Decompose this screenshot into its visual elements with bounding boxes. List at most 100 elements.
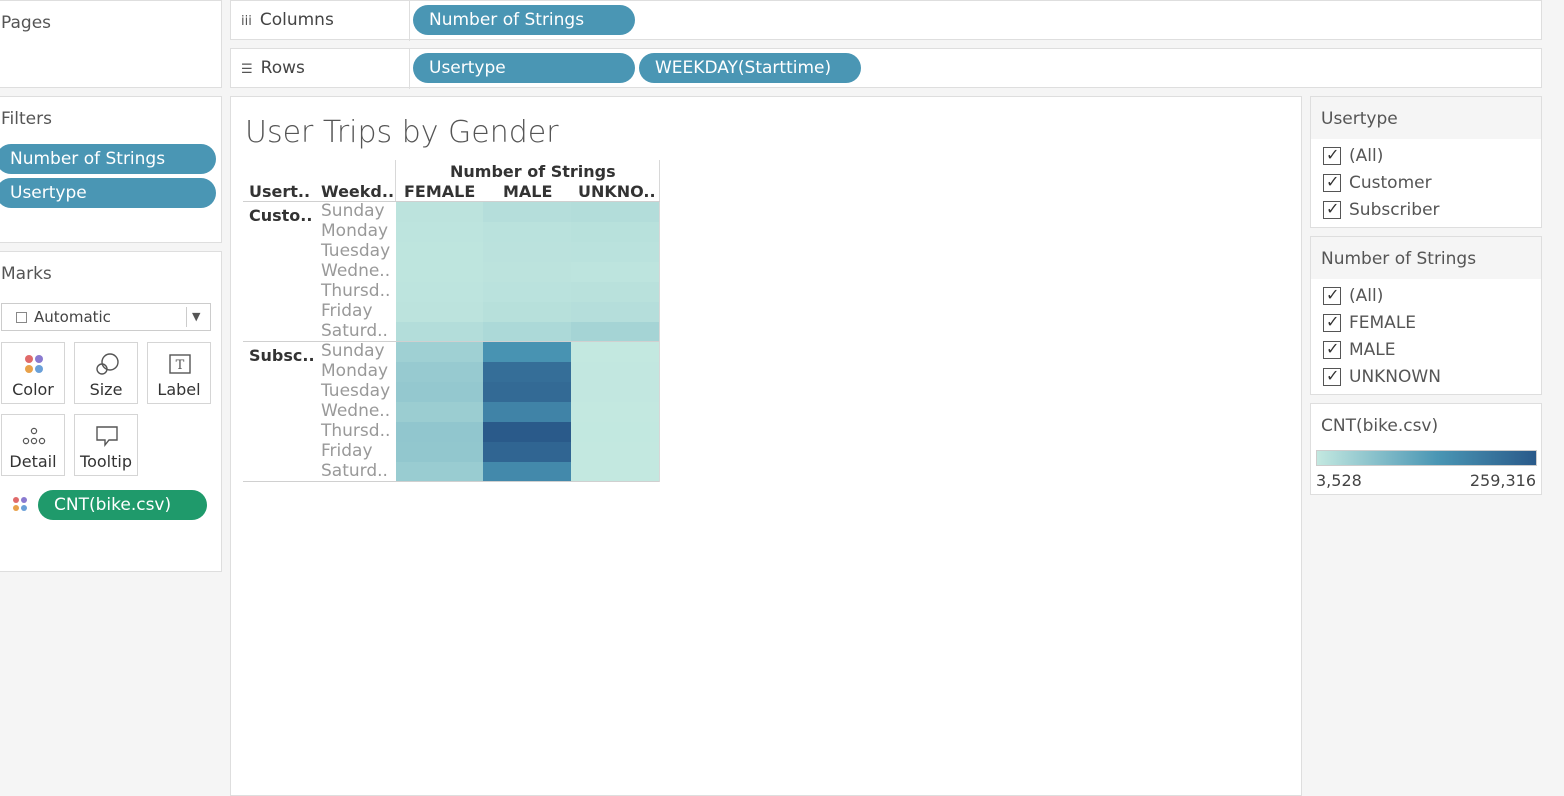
strings-all-checkbox[interactable] bbox=[1323, 285, 1341, 305]
strings-female-checkbox[interactable] bbox=[1323, 312, 1341, 332]
text-label-icon: T bbox=[169, 354, 191, 374]
rows-shelf: ☰ Rows Usertype WEEKDAY(Starttime) bbox=[230, 48, 1542, 89]
filters-title: Filters bbox=[1, 109, 52, 129]
marks-title: Marks bbox=[1, 264, 52, 284]
rows-pill-usertype[interactable]: Usertype bbox=[413, 53, 635, 83]
heatmap-cell[interactable] bbox=[396, 442, 483, 462]
heatmap-cell[interactable] bbox=[571, 262, 659, 282]
label-button-label: Label bbox=[157, 380, 201, 399]
heatmap-cell[interactable] bbox=[396, 262, 483, 282]
heatmap-cell[interactable] bbox=[571, 462, 659, 482]
heatmap-cell[interactable] bbox=[483, 302, 571, 322]
filters-panel: Filters Number of Strings Usertype bbox=[0, 96, 222, 243]
rows-label: ☰ Rows bbox=[241, 58, 305, 78]
row-header-usertype: Usert.. bbox=[249, 182, 311, 201]
heatmap-cell[interactable] bbox=[483, 242, 571, 262]
label-button[interactable]: T Label bbox=[147, 342, 211, 404]
row-label-0-0: Sunday bbox=[321, 201, 385, 221]
heatmap-cell[interactable] bbox=[396, 222, 483, 242]
tooltip-button[interactable]: Tooltip bbox=[74, 414, 138, 476]
columns-label: iii Columns bbox=[241, 10, 334, 30]
heatmap-cell[interactable] bbox=[571, 202, 659, 222]
heatmap-cell[interactable] bbox=[483, 342, 571, 362]
mark-type-dropdown[interactable]: Automatic ▼ bbox=[1, 303, 211, 331]
heatmap-cell[interactable] bbox=[483, 222, 571, 242]
usertype-customer-checkbox[interactable] bbox=[1323, 172, 1341, 192]
heatmap-cell[interactable] bbox=[571, 382, 659, 402]
heatmap-cell[interactable] bbox=[396, 402, 483, 422]
heatmap-cell[interactable] bbox=[483, 262, 571, 282]
heatmap-cell[interactable] bbox=[571, 422, 659, 442]
heatmap-cell[interactable] bbox=[396, 242, 483, 262]
heatmap-cell[interactable] bbox=[483, 362, 571, 382]
heatmap-cell[interactable] bbox=[571, 222, 659, 242]
strings-filter-card: Number of Strings (All) FEMALE MALE UNKN… bbox=[1310, 236, 1542, 395]
row-label-0-2: Tuesday bbox=[321, 241, 391, 261]
group-divider bbox=[243, 481, 660, 482]
color-ramp-bar bbox=[1316, 450, 1537, 466]
group-divider bbox=[243, 201, 660, 202]
filter-pill-number-of-strings[interactable]: Number of Strings bbox=[0, 144, 216, 174]
heatmap-cell[interactable] bbox=[483, 382, 571, 402]
heatmap-cell[interactable] bbox=[571, 342, 659, 362]
usertype-all-checkbox[interactable] bbox=[1323, 145, 1341, 165]
heatmap-cell[interactable] bbox=[483, 462, 571, 482]
column-header-title: Number of Strings bbox=[450, 162, 616, 181]
heatmap-cell[interactable] bbox=[396, 382, 483, 402]
strings-unknown-checkbox[interactable] bbox=[1323, 366, 1341, 386]
size-button[interactable]: Size bbox=[74, 342, 138, 404]
heatmap-cell[interactable] bbox=[571, 442, 659, 462]
columns-label-text: Columns bbox=[259, 10, 334, 30]
usertype-all-label: (All) bbox=[1349, 146, 1384, 166]
heatmap-cell[interactable] bbox=[396, 322, 483, 342]
row-label-1-3: Wedne.. bbox=[321, 401, 391, 421]
group-label-subscriber: Subsc.. bbox=[249, 346, 315, 365]
heatmap-cell[interactable] bbox=[483, 322, 571, 342]
heatmap-cell[interactable] bbox=[396, 462, 483, 482]
heatmap-cell[interactable] bbox=[396, 282, 483, 302]
heatmap-cell[interactable] bbox=[571, 322, 659, 342]
color-button[interactable]: Color bbox=[1, 342, 65, 404]
color-legend-title: CNT(bike.csv) bbox=[1321, 416, 1439, 436]
heatmap-cell[interactable] bbox=[571, 402, 659, 422]
columns-pill-number-of-strings[interactable]: Number of Strings bbox=[413, 5, 635, 35]
rows-label-text: Rows bbox=[260, 58, 305, 78]
color-legend-max: 259,316 bbox=[1469, 471, 1536, 490]
heatmap-cell[interactable] bbox=[571, 302, 659, 322]
heatmap-cell[interactable] bbox=[396, 422, 483, 442]
rows-pill-weekday[interactable]: WEEKDAY(Starttime) bbox=[639, 53, 861, 83]
marks-field-pill-cnt[interactable]: CNT(bike.csv) bbox=[38, 490, 207, 520]
filter-pill-usertype[interactable]: Usertype bbox=[0, 178, 216, 208]
heatmap-cell[interactable] bbox=[571, 282, 659, 302]
column-header-unknown: UNKNO.. bbox=[578, 182, 656, 201]
usertype-subscriber-checkbox[interactable] bbox=[1323, 199, 1341, 219]
heatmap-cell[interactable] bbox=[483, 422, 571, 442]
rows-icon: ☰ bbox=[241, 62, 253, 77]
row-label-0-6: Saturd.. bbox=[321, 321, 388, 341]
svg-text:T: T bbox=[176, 358, 185, 373]
heatmap-cell[interactable] bbox=[483, 442, 571, 462]
heatmap-cell[interactable] bbox=[571, 362, 659, 382]
heatmap-cell[interactable] bbox=[396, 362, 483, 382]
columns-icon: iii bbox=[241, 14, 252, 29]
heatmap-cell[interactable] bbox=[396, 342, 483, 362]
heatmap-cell[interactable] bbox=[396, 202, 483, 222]
heatmap-cell[interactable] bbox=[571, 242, 659, 262]
row-label-1-4: Thursd.. bbox=[321, 421, 391, 441]
heatmap-cell[interactable] bbox=[396, 302, 483, 322]
size-button-label: Size bbox=[89, 380, 123, 399]
tooltip-icon bbox=[96, 426, 118, 447]
heatmap-cell[interactable] bbox=[483, 402, 571, 422]
row-label-0-4: Thursd.. bbox=[321, 281, 391, 301]
row-header-weekday: Weekd.. bbox=[321, 182, 395, 201]
color-field-icon bbox=[13, 497, 27, 511]
heatmap-cell[interactable] bbox=[483, 282, 571, 302]
detail-button[interactable]: Detail bbox=[1, 414, 65, 476]
column-header-male: MALE bbox=[503, 182, 553, 201]
strings-unknown-label: UNKNOWN bbox=[1349, 367, 1441, 387]
chevron-down-icon: ▼ bbox=[192, 310, 201, 323]
usertype-subscriber-label: Subscriber bbox=[1349, 200, 1440, 220]
heatmap-cell[interactable] bbox=[483, 202, 571, 222]
strings-male-checkbox[interactable] bbox=[1323, 339, 1341, 359]
row-label-0-3: Wedne.. bbox=[321, 261, 391, 281]
